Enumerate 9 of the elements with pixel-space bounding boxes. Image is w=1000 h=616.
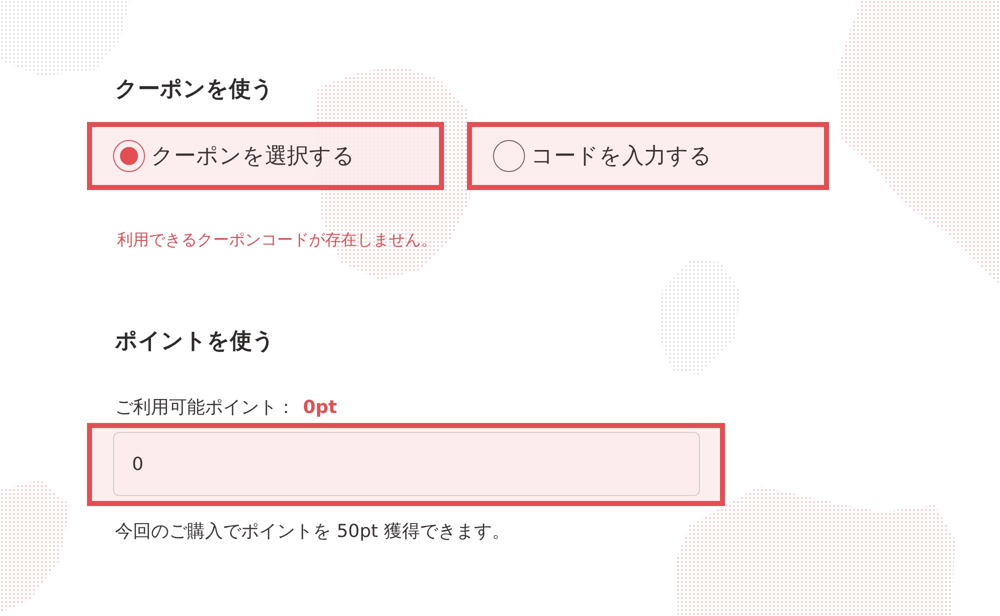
section-heading: ポイントを使う [115,328,275,356]
section-heading: クーポンを使う [115,76,274,104]
available-points-label: ご利用可能ポイント： [115,396,295,420]
no-coupon-message: 利用できるクーポンコードが存在しません。 [117,230,437,250]
points-earned-note: 今回のご購入でポイントを 50pt 獲得できます。 [115,520,510,544]
coupon-option-button[interactable]: クーポンを選択する [87,122,444,190]
coupon-option-button[interactable]: コードを入力する [467,122,829,190]
points-input-field[interactable]: 0 [113,432,700,496]
available-points-value: 0pt [303,396,338,420]
